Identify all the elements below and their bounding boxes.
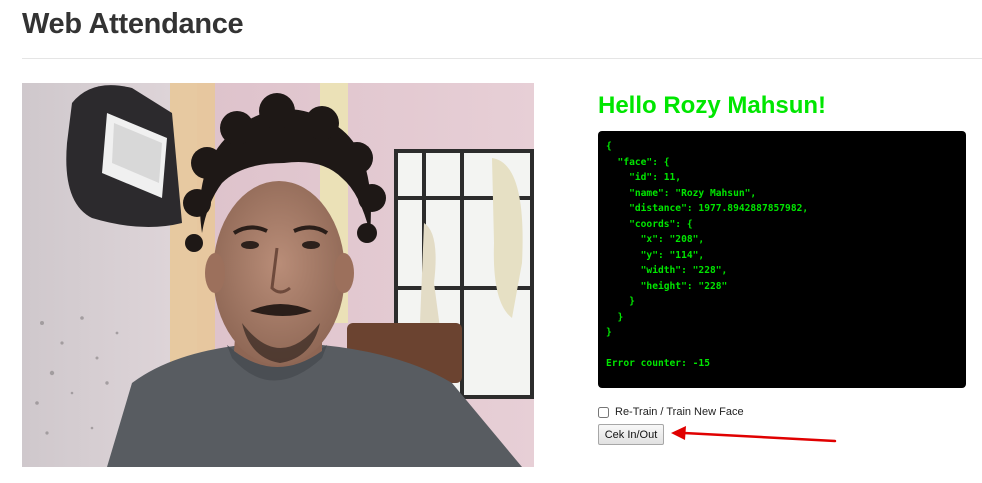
output-line: "name": "Rozy Mahsun", — [606, 187, 757, 199]
output-line: "height": "228" — [606, 280, 728, 292]
output-line: "y": "114", — [606, 249, 705, 261]
output-line: "width": "228", — [606, 265, 728, 276]
output-line: "coords": { — [606, 218, 693, 230]
output-line: } — [606, 296, 635, 307]
page-title: Web Attendance — [22, 8, 244, 40]
check-in-out-button[interactable]: Cek In/Out — [598, 424, 664, 445]
output-line: "distance": 1977.8942887857982, — [606, 203, 809, 214]
output-line: "face": { — [606, 156, 670, 168]
red-arrow-icon — [671, 426, 837, 443]
output-line: { — [606, 141, 612, 152]
webcam-image — [22, 83, 534, 467]
output-line: } — [606, 311, 624, 323]
output-line: "x": "208", — [606, 234, 705, 245]
retrain-checkbox[interactable] — [598, 406, 609, 418]
arrow-shaft — [682, 431, 837, 443]
output-line: } — [606, 327, 612, 338]
webcam-feed — [22, 83, 534, 467]
arrow-head — [671, 426, 686, 440]
output-line: "id": 11, — [606, 172, 682, 183]
greeting-text: Hello Rozy Mahsun! — [598, 92, 827, 119]
retrain-option[interactable]: Re-Train / Train New Face — [598, 405, 744, 419]
header-divider — [22, 58, 982, 59]
retrain-label: Re-Train / Train New Face — [615, 406, 744, 418]
recognition-output: { "face": { "id": 11, "name": "Rozy Mahs… — [598, 131, 966, 388]
output-line: Error counter: -15 — [606, 358, 710, 369]
